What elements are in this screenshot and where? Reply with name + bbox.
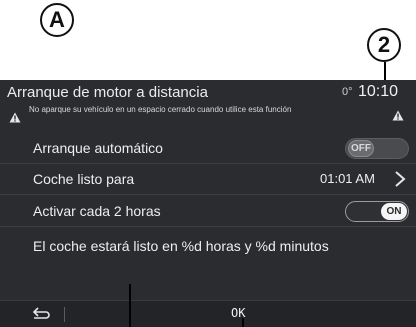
auto-start-row[interactable]: Arranque automático OFF <box>0 133 416 164</box>
remote-start-screen: Arranque de motor a distancia 0° 10:10 N… <box>0 80 416 327</box>
car-ready-label: Coche listo para <box>33 171 135 187</box>
message-leader-line <box>129 284 131 327</box>
car-ready-row[interactable]: Coche listo para 01:01 AM <box>0 164 416 195</box>
ready-time-value: 01:01 AM <box>320 171 375 186</box>
footer-divider <box>64 307 65 322</box>
footer-bar: OK <box>0 300 416 327</box>
screen-header: Arranque de motor a distancia 0° 10:10 N… <box>0 80 416 130</box>
auto-start-label: Arranque automático <box>33 140 163 156</box>
clock-readout: 10:10 <box>358 83 399 100</box>
activate-every-2h-label: Activar cada 2 horas <box>33 203 161 219</box>
auto-start-toggle[interactable]: OFF <box>345 138 409 159</box>
toggle-state-on: ON <box>381 203 407 220</box>
activate-every-2h-row[interactable]: Activar cada 2 horas ON <box>0 196 416 227</box>
warning-triangle-icon <box>392 110 404 121</box>
callout-a: A <box>40 3 74 37</box>
ready-message-text: El coche estará listo en %d horas y %d m… <box>33 238 329 254</box>
toggle-state-off: OFF <box>348 140 374 157</box>
warning-triangle-icon <box>9 112 21 123</box>
back-arrow-icon[interactable] <box>30 305 52 323</box>
chevron-right-icon[interactable] <box>393 169 407 189</box>
callout-2: 2 <box>367 28 401 62</box>
temperature-readout: 0° <box>342 86 353 98</box>
safety-warning-text: No aparque su vehículo en un espacio cer… <box>29 105 292 114</box>
ready-message-row: El coche estará listo en %d horas y %d m… <box>0 229 416 264</box>
ok-leader-line <box>242 318 244 327</box>
page-title: Arranque de motor a distancia <box>7 84 208 101</box>
activate-every-2h-toggle[interactable]: ON <box>345 201 409 222</box>
